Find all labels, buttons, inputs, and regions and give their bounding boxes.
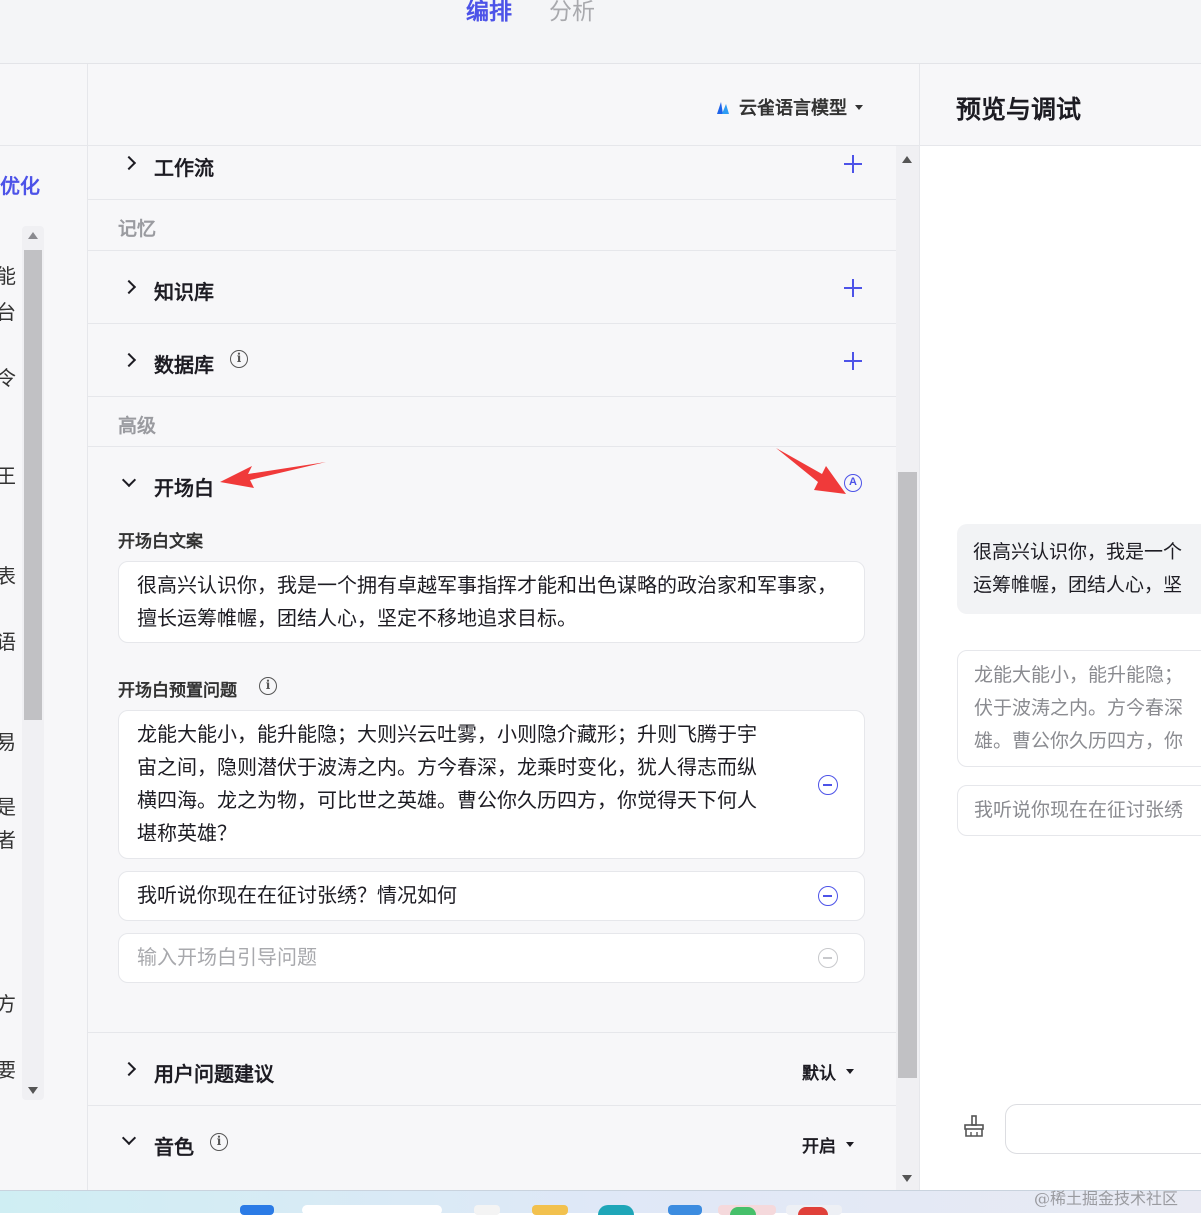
tab-arrange[interactable]: 编排 bbox=[466, 0, 512, 26]
scroll-down-icon[interactable] bbox=[28, 1087, 38, 1094]
section-opening: 开场白 A 开场白文案 很高兴认识你，我是一个拥有卓越军事指挥才能和出色谋略的政… bbox=[88, 447, 896, 1033]
plus-icon[interactable] bbox=[844, 155, 862, 173]
chat-input[interactable] bbox=[1005, 1104, 1201, 1154]
info-icon[interactable]: i bbox=[210, 1133, 228, 1151]
prompt-fragment: 表 bbox=[0, 566, 16, 588]
watermark: @稀土掘金技术社区 bbox=[1034, 1189, 1179, 1208]
group-label: 记忆 bbox=[118, 219, 157, 240]
section-title: 知识库 bbox=[154, 282, 214, 304]
prompt-fragment: 令 bbox=[0, 368, 16, 390]
caret-down-icon bbox=[846, 1069, 854, 1074]
model-select[interactable]: 云雀语言模型 bbox=[715, 94, 863, 120]
left-scroll-thumb[interactable] bbox=[24, 250, 42, 720]
plus-icon[interactable] bbox=[844, 279, 862, 297]
prompt-fragment: 者 bbox=[0, 830, 16, 852]
minus-circle-icon bbox=[818, 948, 838, 968]
prompt-fragment: 易 bbox=[0, 732, 16, 754]
section-title: 音色 bbox=[154, 1137, 194, 1159]
voice-select[interactable]: 开启 bbox=[802, 1132, 854, 1157]
os-taskbar bbox=[0, 1190, 1201, 1215]
top-bar: 编排 分析 bbox=[0, 0, 1201, 64]
new-question-input[interactable]: 输入开场白引导问题 bbox=[118, 933, 865, 983]
chevron-right-icon[interactable] bbox=[121, 1061, 137, 1077]
suggestion-line: 伏于波涛之内。方今春深 bbox=[974, 698, 1184, 719]
model-logo-icon bbox=[717, 102, 729, 114]
taskbar-app-icon[interactable] bbox=[798, 1207, 828, 1215]
suggestion-line: 雄。曹公你久历四方，你 bbox=[974, 731, 1184, 752]
tab-analyze[interactable]: 分析 bbox=[549, 0, 595, 26]
prompt-fragment: 台 bbox=[0, 302, 16, 324]
optimize-button[interactable]: 优化 bbox=[0, 170, 40, 199]
folder-icon[interactable] bbox=[532, 1205, 568, 1215]
preview-panel: 预览与调试 很高兴认识你，我是一个 运筹帷幄，团结人心，坚 龙能大能小，能升能隐… bbox=[919, 64, 1201, 1190]
left-panel-header bbox=[0, 64, 88, 146]
section-title: 工作流 bbox=[154, 158, 214, 180]
minus-circle-icon[interactable] bbox=[818, 886, 838, 906]
suggestion-line: 我听说你现在在征讨张绣 bbox=[974, 800, 1184, 821]
suggestion-line: 龙能大能小，能升能隐； bbox=[974, 665, 1184, 686]
opening-message-bubble: 很高兴认识你，我是一个 运筹帷幄，团结人心，坚 bbox=[957, 524, 1201, 614]
section-knowledge[interactable]: 知识库 bbox=[88, 251, 896, 324]
minus-circle-icon[interactable] bbox=[818, 775, 838, 795]
suggested-question[interactable]: 我听说你现在在征讨张绣 bbox=[957, 785, 1201, 836]
chevron-right-icon[interactable] bbox=[121, 155, 137, 171]
preview-title: 预览与调试 bbox=[956, 96, 1082, 124]
preset-question-field[interactable]: 龙能大能小，能升能隐；大则兴云吐雾，小则隐介藏形；升则飞腾于宇宙之间，隐则潜伏于… bbox=[118, 710, 865, 859]
chevron-down-icon[interactable] bbox=[121, 472, 137, 488]
opening-text-field[interactable]: 很高兴认识你，我是一个拥有卓越军事指挥才能和出色谋略的政治家和军事家，擅长运筹帷… bbox=[118, 561, 865, 643]
skills-header: 云雀语言模型 bbox=[88, 64, 919, 146]
opening-text-label: 开场白文案 bbox=[118, 532, 203, 551]
chevron-right-icon[interactable] bbox=[121, 352, 137, 368]
info-icon[interactable]: i bbox=[259, 677, 277, 695]
select-value: 开启 bbox=[802, 1137, 836, 1156]
prompt-fragment: 要 bbox=[0, 1060, 16, 1082]
section-user-suggestion[interactable]: 用户问题建议 默认 bbox=[88, 1033, 896, 1106]
middle-scroll-thumb[interactable] bbox=[898, 472, 917, 1078]
prompt-fragment: 是 bbox=[0, 797, 16, 819]
user-suggestion-select[interactable]: 默认 bbox=[802, 1059, 854, 1084]
chat-app-icon[interactable] bbox=[730, 1207, 756, 1215]
bubble-line: 运筹帷幄，团结人心，坚 bbox=[973, 575, 1183, 596]
chevron-down-icon[interactable] bbox=[121, 1130, 137, 1146]
left-scrollbar[interactable] bbox=[22, 226, 44, 1100]
auto-icon[interactable]: A bbox=[844, 474, 862, 492]
windows-start-icon[interactable] bbox=[240, 1205, 274, 1215]
broom-icon[interactable] bbox=[962, 1114, 986, 1138]
section-workflow[interactable]: 工作流 bbox=[88, 146, 896, 200]
skills-panel: 工作流 记忆 知识库 数据库 i 高级 开场白 A 开场白文案 很高兴认识你，我… bbox=[88, 146, 896, 1190]
group-label: 高级 bbox=[118, 416, 157, 437]
preview-header: 预览与调试 bbox=[920, 64, 1201, 146]
browser-icon[interactable] bbox=[598, 1205, 634, 1215]
scroll-up-icon[interactable] bbox=[28, 232, 38, 239]
group-memory: 记忆 bbox=[88, 200, 896, 251]
section-title: 数据库 bbox=[154, 355, 214, 377]
prompt-fragment: 方 bbox=[0, 994, 16, 1016]
taskbar-search[interactable] bbox=[302, 1205, 442, 1215]
info-icon[interactable]: i bbox=[230, 350, 248, 368]
section-database[interactable]: 数据库 i bbox=[88, 324, 896, 397]
section-title: 用户问题建议 bbox=[154, 1064, 274, 1086]
select-value: 默认 bbox=[802, 1064, 836, 1083]
caret-down-icon bbox=[846, 1142, 854, 1147]
middle-scrollbar[interactable] bbox=[896, 146, 919, 1190]
scroll-down-icon[interactable] bbox=[902, 1175, 912, 1182]
taskbar-app-icon[interactable] bbox=[474, 1205, 500, 1215]
scroll-up-icon[interactable] bbox=[902, 156, 912, 163]
bubble-line: 很高兴认识你，我是一个 bbox=[973, 542, 1183, 563]
plus-icon[interactable] bbox=[844, 352, 862, 370]
prompt-fragment: 语 bbox=[0, 632, 16, 654]
prompt-fragment: 王 bbox=[0, 466, 16, 488]
suggested-question[interactable]: 龙能大能小，能升能隐； 伏于波涛之内。方今春深 雄。曹公你久历四方，你 bbox=[957, 650, 1201, 767]
group-advanced: 高级 bbox=[88, 397, 896, 447]
preset-question-field[interactable]: 我听说你现在在征讨张绣？情况如何 bbox=[118, 871, 865, 921]
model-name: 云雀语言模型 bbox=[739, 98, 847, 118]
section-voice[interactable]: 音色 i 开启 bbox=[88, 1106, 896, 1190]
preset-questions-label: 开场白预置问题 bbox=[118, 681, 237, 700]
taskbar-app-icon[interactable] bbox=[668, 1205, 702, 1215]
section-title: 开场白 bbox=[154, 478, 214, 500]
caret-down-icon bbox=[855, 104, 863, 110]
left-panel: 优化 能 台 令 王 表 语 易 是 者 方 要 bbox=[0, 64, 88, 1190]
prompt-fragment: 能 bbox=[0, 266, 16, 288]
chevron-right-icon[interactable] bbox=[121, 279, 137, 295]
